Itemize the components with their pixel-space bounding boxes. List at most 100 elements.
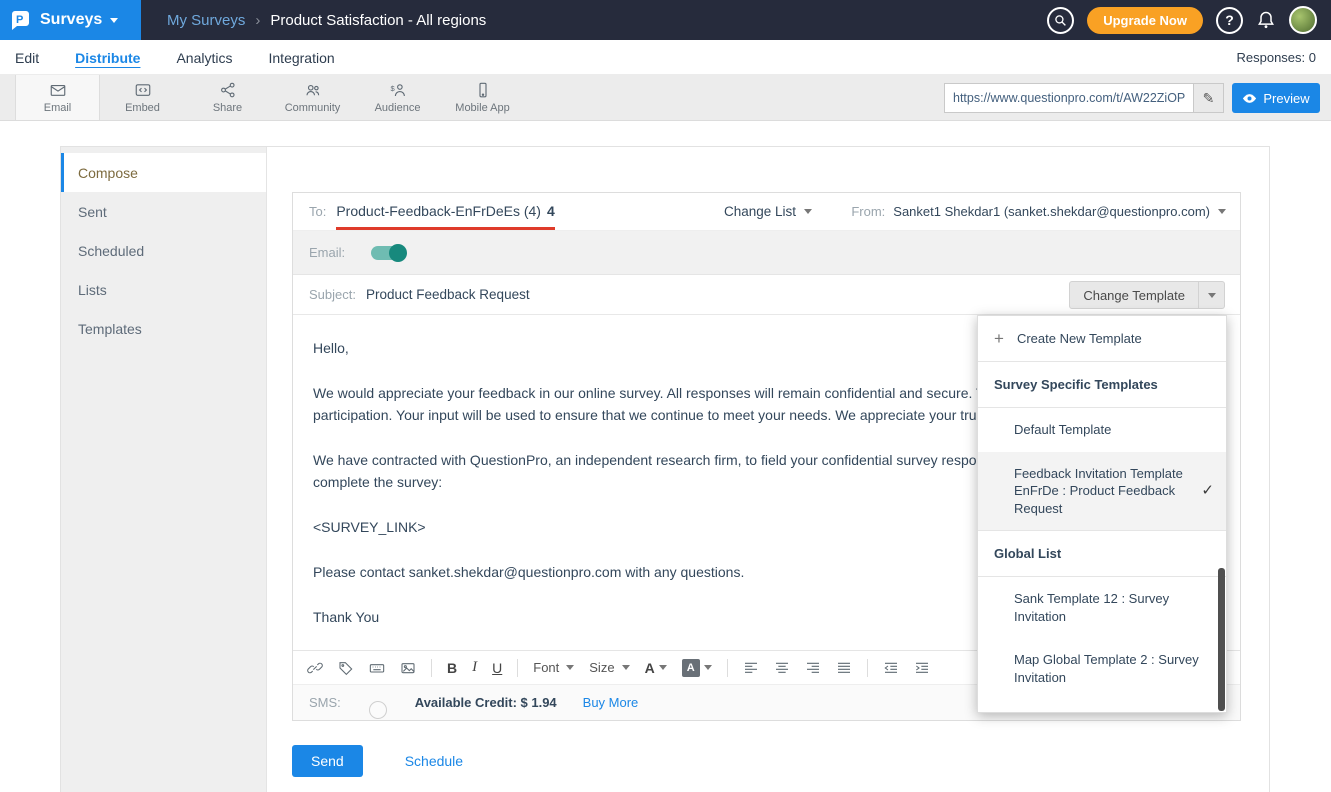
help-button[interactable]: ? [1216,7,1243,34]
menu-scrollbar-thumb[interactable] [1218,568,1225,711]
bold-button[interactable]: B [447,660,457,676]
method-community[interactable]: Community [270,75,355,120]
method-label: Share [213,102,242,114]
method-embed[interactable]: Embed [100,75,185,120]
method-label: Audience [375,102,421,114]
method-label: Embed [125,102,160,114]
to-label: To: [309,204,326,219]
change-template-label: Change Template [1070,288,1198,303]
toggle-knob [389,244,407,262]
align-center-button[interactable] [774,660,790,676]
search-icon [1054,14,1067,27]
svg-text:P: P [16,14,23,26]
upgrade-now-button[interactable]: Upgrade Now [1087,7,1203,34]
chevron-down-icon [566,665,574,670]
method-audience[interactable]: $ Audience [355,75,440,120]
audience-icon: $ [389,81,407,99]
underline-button[interactable]: U [492,660,502,676]
chevron-down-icon [622,665,630,670]
size-select-label: Size [589,660,614,675]
method-mobile-app[interactable]: Mobile App [440,75,525,120]
tab-analytics[interactable]: Analytics [176,42,232,72]
merge-tag-button[interactable] [338,660,354,676]
user-avatar[interactable] [1289,6,1317,34]
preview-button[interactable]: Preview [1232,83,1320,113]
chevron-down-icon [804,209,812,214]
insert-link-button[interactable] [307,660,323,676]
chevron-down-icon [704,665,712,670]
toolbar-divider [867,659,868,677]
background-color-button[interactable]: A [682,659,712,677]
product-name: Surveys [40,11,102,29]
from-dropdown[interactable]: From: Sanket1 Shekdar1 (sanket.shekdar@q… [851,204,1226,219]
search-button[interactable] [1047,7,1074,34]
text-color-button[interactable]: A [645,660,667,676]
recipient-list[interactable]: Product-Feedback-EnFrDeEs (4) 4 [336,203,554,221]
send-button[interactable]: Send [292,745,363,777]
indent-button[interactable] [914,660,930,676]
check-icon: ✓ [1201,481,1214,501]
tab-integration[interactable]: Integration [269,42,335,72]
survey-url-input[interactable] [945,84,1193,112]
template-item-global-3[interactable]: Test Global Test G : Test PAA G [978,699,1226,713]
buy-more-link[interactable]: Buy More [583,695,639,710]
subject-label: Subject: [309,287,356,302]
menu-section-global-list: Global List [978,531,1226,577]
edit-url-button[interactable]: ✎ [1193,84,1223,112]
mobile-phone-icon [474,81,492,99]
bell-icon [1256,10,1276,30]
email-toggle[interactable] [371,246,405,260]
tab-distribute[interactable]: Distribute [75,42,140,72]
method-label: Mobile App [455,102,509,114]
template-item-selected[interactable]: Feedback Invitation Template EnFrDe : Pr… [978,452,1226,532]
method-share[interactable]: Share [185,75,270,120]
schedule-link[interactable]: Schedule [405,753,463,769]
eye-icon [1242,93,1257,104]
distribution-method-bar: Email Embed Share Community $ Audience M… [0,75,1331,121]
email-workspace: Compose Sent Scheduled Lists Templates T… [60,146,1270,792]
sidebar-item-compose[interactable]: Compose [61,153,266,192]
to-row: To: Product-Feedback-EnFrDeEs (4) 4 Chan… [293,193,1240,231]
notifications-button[interactable] [1256,10,1276,30]
chevron-down-icon [110,18,118,23]
toolbar-divider [727,659,728,677]
toolbar-divider [431,659,432,677]
email-toggle-label: Email: [309,245,345,260]
keyboard-button[interactable] [369,660,385,676]
svg-text:$: $ [390,84,395,93]
email-sidebar: Compose Sent Scheduled Lists Templates [61,147,267,792]
subject-input[interactable]: Product Feedback Request [366,287,530,302]
align-right-button[interactable] [805,660,821,676]
italic-button[interactable]: I [472,659,477,676]
insert-image-button[interactable] [400,660,416,676]
text-color-label: A [645,660,655,676]
change-template-button[interactable]: Change Template [1069,281,1225,309]
template-item-global-2[interactable]: Map Global Template 2 : Survey Invitatio… [978,638,1226,699]
sidebar-item-lists[interactable]: Lists [61,270,266,309]
create-new-template-item[interactable]: + Create New Template [978,316,1226,362]
sms-label: SMS: [309,695,341,710]
sidebar-item-templates[interactable]: Templates [61,309,266,348]
pencil-icon: ✎ [1203,90,1215,107]
tab-edit[interactable]: Edit [15,42,39,72]
font-size-select[interactable]: Size [589,660,629,675]
sidebar-item-scheduled[interactable]: Scheduled [61,231,266,270]
product-switcher[interactable]: P Surveys [0,0,141,40]
email-toggle-row: Email: [293,231,1240,275]
align-justify-button[interactable] [836,660,852,676]
font-family-select[interactable]: Font [533,660,574,675]
change-list-dropdown[interactable]: Change List [724,204,812,219]
breadcrumb-my-surveys[interactable]: My Surveys [167,12,245,29]
outdent-button[interactable] [883,660,899,676]
community-icon [304,81,322,99]
available-credit: Available Credit: $ 1.94 [415,695,557,710]
align-left-button[interactable] [743,660,759,676]
top-bar: P Surveys My Surveys › Product Satisfact… [0,0,1331,40]
survey-nav: Edit Distribute Analytics Integration Re… [0,40,1331,75]
menu-section-survey-specific: Survey Specific Templates [978,362,1226,408]
template-item-global-1[interactable]: Sank Template 12 : Survey Invitation [978,577,1226,638]
template-item-default[interactable]: Default Template [978,408,1226,452]
bg-color-chip: A [682,659,700,677]
sidebar-item-sent[interactable]: Sent [61,192,266,231]
method-email[interactable]: Email [15,75,100,120]
